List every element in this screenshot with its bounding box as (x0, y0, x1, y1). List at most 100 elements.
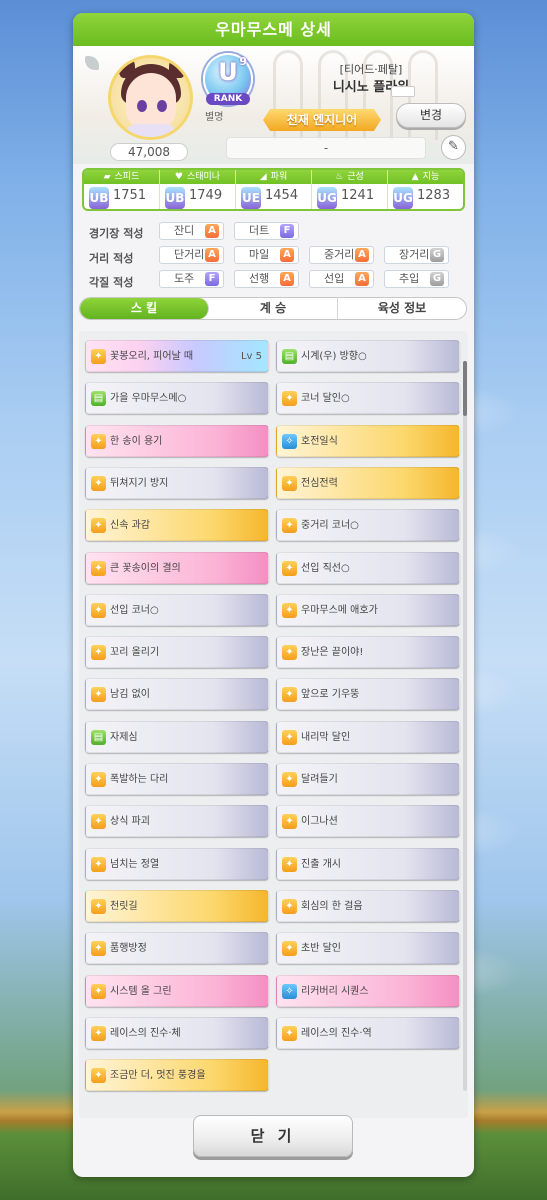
graduation-cap-icon: ▲ (411, 172, 419, 182)
skill-icon: ✧ (282, 433, 297, 449)
aptitude-name: 마일 (249, 248, 270, 261)
distance-aptitude-label: 거리 적성 (89, 252, 134, 265)
skill-name: 남김 없이 (110, 689, 150, 701)
skill-item[interactable]: ✦ 레이스의 진수·체 (85, 1016, 269, 1049)
skill-item[interactable]: ✦ 상식 파괴 (85, 805, 269, 838)
horse-ear-icon (169, 58, 185, 78)
stat-header: ◢ 파워 (236, 170, 311, 184)
skill-icon: ✦ (91, 518, 106, 534)
skill-item[interactable]: ✦ 신속 과감 (85, 509, 269, 542)
close-button[interactable]: 닫 기 (193, 1115, 353, 1157)
skill-item[interactable]: ✦ 회심의 한 걸음 (276, 889, 460, 922)
stat-label: 파워 (270, 172, 288, 182)
skill-item[interactable]: ✦ 선입 직선○ (276, 551, 460, 584)
skill-item[interactable]: ✦ 폭발하는 다리 (85, 763, 269, 795)
skill-item[interactable]: ▤ 자제심 (85, 720, 269, 753)
skill-item[interactable]: ✦ 꼬리 올리기 (85, 636, 269, 669)
style-aptitude-label: 각질 적성 (89, 276, 134, 289)
tab-skill[interactable]: 스 킬 (80, 298, 209, 319)
aptitude-grade: A (205, 248, 219, 262)
skill-item[interactable]: ✦ 뒤쳐지기 방지 (85, 466, 269, 499)
skill-item[interactable]: ✦ 남김 없이 (85, 678, 269, 711)
skill-icon: ✦ (91, 983, 106, 999)
skill-item[interactable]: ✦ 내리막 달인 (276, 720, 460, 753)
skill-icon: ✦ (282, 941, 297, 957)
skill-name: 선입 코너○ (110, 604, 159, 616)
stat-power: ◢ 파워 UE 1454 (236, 170, 312, 209)
skill-item[interactable]: ▤ 가을 우마무스메○ (85, 382, 269, 415)
skill-item[interactable]: ✦ 넘치는 정열 (85, 847, 269, 880)
skill-list[interactable]: ✦ 꽃봉오리, 피어날 때 Lv 5 ▤ 시계(우) 방향○ ▤ 가을 우마무스메○ ✦ 코너 … (79, 331, 468, 1118)
tab-inheritance[interactable]: 계 승 (209, 298, 338, 319)
skill-item[interactable]: ✦ 중거리 코너○ (276, 509, 460, 542)
scrollbar[interactable] (463, 361, 467, 1091)
skill-item[interactable]: ✦ 우마무스메 애호가 (276, 593, 460, 626)
skill-item[interactable]: ✦ 조금만 더, 멋진 풍경을 (85, 1059, 269, 1092)
skill-icon: ✦ (282, 898, 297, 914)
skill-icon: ✦ (282, 814, 297, 830)
shoe-icon: ▰ (103, 172, 111, 182)
skill-name: 선입 직선○ (301, 562, 350, 574)
stat-wisdom: ▲ 지능 UG 1283 (388, 170, 463, 209)
skill-item[interactable]: ✦ 꽃봉오리, 피어날 때 Lv 5 (85, 340, 269, 372)
detail-panel: 우마무스메 상세 U 9 RANK 별명 [티어드·페탈] 니시노 플라워 천재… (73, 13, 474, 1177)
skill-item[interactable]: ✦ 천릿길 (85, 889, 269, 922)
skill-item[interactable]: ✦ 코너 달인○ (276, 382, 460, 415)
skill-icon: ✦ (91, 433, 106, 449)
skill-name: 호전일식 (301, 435, 338, 447)
skill-item[interactable]: ✦ 앞으로 기우뚱 (276, 678, 460, 711)
skill-name: 자제심 (110, 731, 138, 743)
skill-item[interactable]: ✧ 리커버리 시퀀스 (276, 974, 460, 1007)
track-aptitude-label: 경기장 적성 (89, 227, 144, 240)
skill-item[interactable]: ✦ 시스템 올 그린 (85, 974, 269, 1007)
skill-name: 내리막 달인 (301, 731, 351, 743)
detail-tabs: 스 킬 계 승 육성 정보 (79, 297, 467, 320)
stat-header: ▰ 스피드 (84, 170, 159, 184)
skill-level: Lv 5 (240, 351, 262, 362)
skill-item[interactable]: ✦ 초반 달인 (276, 932, 460, 965)
stat-value: 1241 (341, 188, 375, 203)
aptitude-grade: F (205, 272, 219, 286)
skill-name: 앞으로 기우뚱 (301, 689, 360, 701)
skill-name: 신속 과감 (110, 520, 150, 532)
skill-icon: ✦ (282, 602, 297, 618)
aptitude-name: 중거리 (324, 248, 355, 261)
skill-icon: ▤ (91, 391, 106, 407)
change-button[interactable]: 변경 (396, 103, 466, 128)
skill-item[interactable]: ✦ 한 송이 용기 (85, 424, 269, 457)
stats-table: ▰ 스피드 UB 1751 ♥ 스태미나 UB 1749 ◢ 파워 UE 1454 ♨… (82, 168, 465, 211)
skill-name: 큰 꽃송이의 결의 (110, 562, 181, 574)
skill-item[interactable]: ✦ 레이스의 진수·역 (276, 1016, 460, 1049)
skill-name: 천릿길 (110, 900, 138, 912)
skill-item[interactable]: ✦ 이그나션 (276, 805, 460, 838)
avatar[interactable] (108, 55, 193, 140)
stat-grade: UB (165, 191, 185, 205)
skill-icon: ✦ (282, 475, 297, 491)
stat-label: 근성 (347, 172, 364, 182)
aptitude-name: 잔디 (174, 224, 195, 237)
score-value: 47,008 (110, 143, 188, 161)
skill-item[interactable]: ✧ 호전일식 (276, 424, 460, 457)
nickname-field: - (226, 137, 426, 159)
aptitude-name: 더트 (249, 224, 270, 237)
stat-value: 1751 (113, 188, 147, 203)
skill-icon: ✦ (91, 898, 106, 914)
stat-grade: UB (89, 191, 109, 205)
edit-pencil-button[interactable]: ✎ (441, 135, 466, 160)
skill-item[interactable]: ✦ 품행방정 (85, 932, 269, 965)
skill-name: 초반 달인 (301, 943, 341, 955)
skill-item[interactable]: ✦ 전심전력 (276, 466, 460, 499)
skill-item[interactable]: ✦ 큰 꽃송이의 결의 (85, 551, 269, 584)
pencil-icon: ✎ (448, 139, 459, 154)
skill-item[interactable]: ✦ 진출 개시 (276, 847, 460, 880)
skill-icon: ✦ (282, 391, 297, 407)
skill-item[interactable]: ✦ 선입 코너○ (85, 593, 269, 626)
tab-training-info[interactable]: 육성 정보 (338, 298, 466, 319)
stat-grade-badge: UB (165, 187, 185, 209)
scrollbar-thumb[interactable] (463, 361, 467, 416)
stat-label: 지능 (422, 172, 440, 182)
skill-item[interactable]: ▤ 시계(우) 방향○ (276, 340, 460, 372)
skill-item[interactable]: ✦ 장난은 끝이야! (276, 636, 460, 669)
stat-header: ♨ 근성 (312, 170, 387, 184)
skill-item[interactable]: ✦ 달려들기 (276, 763, 460, 795)
